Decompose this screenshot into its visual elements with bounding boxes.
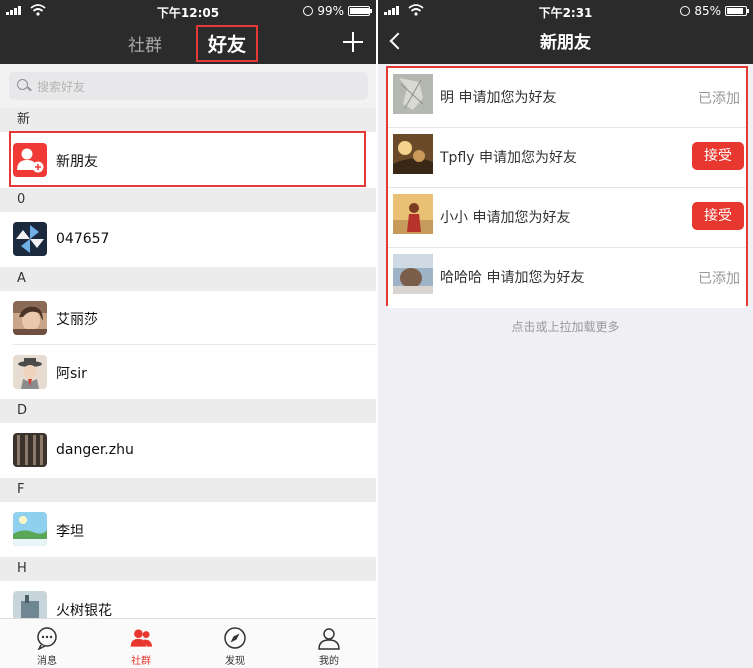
alarm-icon <box>680 6 691 16</box>
tab-label: 社群 <box>131 656 151 667</box>
avatar <box>393 74 433 114</box>
contact-row[interactable]: 047657 <box>0 212 376 267</box>
section-header: 新 <box>0 108 376 132</box>
contact-name: danger.zhu <box>56 442 134 458</box>
chat-bubble-icon <box>37 627 57 650</box>
friend-request-row[interactable]: Tpfly 申请加您为好友 接受 <box>388 128 746 188</box>
status-bar: 下午2:31 85% <box>378 0 753 22</box>
friend-request-row[interactable]: 明 申请加您为好友 已添加 <box>388 68 746 128</box>
alarm-icon <box>303 6 314 16</box>
search-input[interactable]: 搜索好友 <box>9 72 368 100</box>
search-placeholder: 搜索好友 <box>37 79 86 94</box>
avatar <box>13 591 47 618</box>
contact-name: 火树银花 <box>56 603 112 618</box>
avatar <box>393 254 433 294</box>
tab-mine[interactable]: 我的 <box>282 619 376 668</box>
battery-icon <box>348 6 372 16</box>
section-header: 0 <box>0 188 376 212</box>
tab-label: 消息 <box>37 656 57 667</box>
section-header: H <box>0 557 376 581</box>
avatar <box>393 134 433 174</box>
avatar <box>13 355 47 389</box>
search-area: 搜索好友 <box>0 64 376 108</box>
contact-name: 李坦 <box>56 524 84 540</box>
request-text: 明 申请加您为好友 <box>440 90 557 106</box>
contact-row[interactable]: 李坦 <box>0 502 376 557</box>
tab-groups[interactable]: 社群 <box>118 28 172 59</box>
tab-friends[interactable]: 好友 <box>195 24 258 62</box>
add-icon[interactable] <box>340 29 366 55</box>
people-icon <box>130 629 153 647</box>
contact-name: 艾丽莎 <box>56 312 98 328</box>
friend-request-list: 明 申请加您为好友 已添加 Tpfly 申请加您为好友 接受 小小 申请加您为好… <box>386 66 748 308</box>
avatar <box>393 194 433 234</box>
avatar <box>13 301 47 335</box>
added-status: 已添加 <box>698 91 740 107</box>
page-title: 新朋友 <box>540 33 591 53</box>
nav-bar: 新朋友 <box>378 22 753 64</box>
contact-row[interactable]: 艾丽莎 <box>0 291 376 345</box>
compass-icon <box>224 627 246 649</box>
battery-icon <box>725 6 749 16</box>
request-text: 哈哈哈 申请加您为好友 <box>440 270 585 286</box>
accept-button[interactable]: 接受 <box>692 202 744 230</box>
avatar <box>13 512 47 546</box>
status-bar: 下午12:05 99% <box>0 0 376 22</box>
contacts-screen: 下午12:05 99% 社群 好友 搜索好友 新 新朋友 0 047657 A … <box>0 0 376 668</box>
friend-request-row[interactable]: 小小 申请加您为好友 接受 <box>388 188 746 248</box>
friend-request-row[interactable]: 哈哈哈 申请加您为好友 已添加 <box>388 248 746 308</box>
battery-percent: 99% <box>317 4 344 18</box>
tab-community[interactable]: 社群 <box>94 619 188 668</box>
screenshot-root: 下午12:05 99% 社群 好友 搜索好友 新 新朋友 0 047657 A … <box>0 0 753 668</box>
load-more-link[interactable]: 点击或上拉加载更多 <box>378 318 753 335</box>
request-text: Tpfly 申请加您为好友 <box>440 150 577 166</box>
tab-messages[interactable]: 消息 <box>0 619 94 668</box>
accept-button[interactable]: 接受 <box>692 142 744 170</box>
contact-name: 047657 <box>56 231 110 247</box>
new-friends-screen: 下午2:31 85% 新朋友 明 申请加您为好友 已添加 Tpfly 申请加您为… <box>378 0 753 668</box>
battery-percent: 85% <box>694 4 721 18</box>
request-text: 小小 申请加您为好友 <box>440 210 571 226</box>
person-icon <box>318 628 340 650</box>
contact-row[interactable]: 火树银花 <box>0 581 376 618</box>
section-header: D <box>0 399 376 423</box>
added-status: 已添加 <box>698 271 740 287</box>
nav-bar: 社群 好友 <box>0 22 376 64</box>
search-icon <box>17 79 31 93</box>
tab-bar: 消息 社群 发现 我的 <box>0 618 376 668</box>
section-header: A <box>0 267 376 291</box>
avatar <box>13 222 47 256</box>
avatar <box>13 433 47 467</box>
tab-label: 我的 <box>319 656 339 667</box>
contact-name: 阿sir <box>56 366 87 382</box>
contact-row[interactable]: 阿sir <box>0 345 376 399</box>
highlight-frame <box>9 131 366 187</box>
tab-discover[interactable]: 发现 <box>188 619 282 668</box>
section-header: F <box>0 478 376 502</box>
contact-row[interactable]: danger.zhu <box>0 423 376 478</box>
tab-label: 发现 <box>225 656 245 667</box>
